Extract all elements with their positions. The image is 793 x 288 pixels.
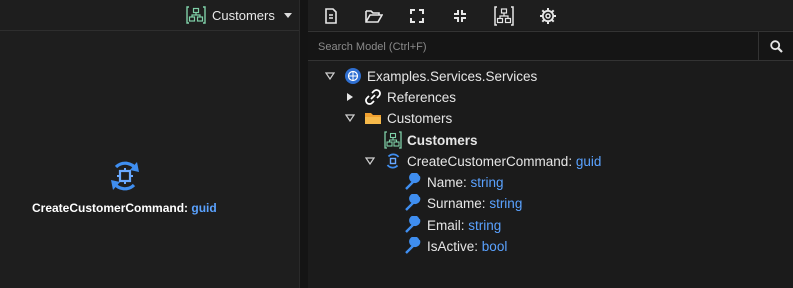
tree-references-label: References [387, 89, 457, 105]
tree-row-property[interactable]: IsActive: bool [404, 236, 507, 256]
link-icon [364, 88, 382, 106]
service-globe-icon [344, 67, 362, 85]
collapsed-triangle-icon[interactable] [344, 87, 356, 107]
tree-row-references[interactable]: References [344, 87, 456, 107]
command-node-separator: : [184, 201, 189, 215]
command-node-name: CreateCustomerCommand [32, 201, 185, 215]
command-node[interactable]: CreateCustomerCommand: guid [30, 157, 220, 215]
property-name: Email [427, 217, 461, 233]
expanded-triangle-icon[interactable] [364, 151, 376, 171]
tree-row-diagram[interactable]: Customers [384, 130, 478, 150]
property-name: IsActive [427, 238, 475, 254]
tree-row-command[interactable]: CreateCustomerCommand: guid [364, 151, 601, 171]
property-type: string [468, 217, 502, 233]
tree-row-property[interactable]: Name: string [404, 172, 504, 192]
diagram-button[interactable] [494, 6, 514, 26]
expanded-triangle-icon[interactable] [344, 108, 356, 128]
diagram-selector[interactable]: Customers [186, 4, 292, 26]
property-type: bool [481, 238, 508, 254]
diagram-canvas[interactable]: Customers CreateCustomerCommand: guid [0, 0, 299, 288]
command-icon [384, 152, 402, 170]
wrench-icon [404, 173, 422, 191]
search-input[interactable] [316, 36, 760, 58]
chevron-down-icon [283, 12, 292, 18]
wrench-icon [404, 216, 422, 234]
tree-command-type: guid [575, 153, 602, 169]
tree-row-folder[interactable]: Customers [344, 108, 452, 128]
property-name: Surname [427, 195, 482, 211]
property-type: string [470, 174, 504, 190]
property-type: string [489, 195, 523, 211]
expanded-triangle-icon[interactable] [324, 66, 336, 86]
command-node-label: CreateCustomerCommand: guid [32, 201, 217, 215]
property-name: Name [427, 174, 464, 190]
collapse-icon [454, 10, 466, 22]
new-document-button[interactable] [321, 6, 341, 26]
diagram-icon [384, 131, 402, 149]
tree-row-root[interactable]: Examples.Services.Services [324, 66, 537, 86]
tree-row-property[interactable]: Surname: string [404, 193, 522, 213]
wrench-icon [404, 237, 422, 255]
model-toolbar [308, 0, 793, 30]
settings-gear-icon [540, 8, 556, 24]
diagram-toolbar: Customers [0, 0, 299, 31]
tree-root-label: Examples.Services.Services [367, 68, 538, 84]
wrench-icon [404, 194, 422, 212]
new-document-icon [325, 8, 337, 24]
open-folder-button[interactable] [364, 6, 384, 26]
folder-icon [364, 109, 382, 127]
tree-command-name: CreateCustomerCommand [407, 153, 569, 169]
search-button[interactable] [758, 32, 793, 60]
diagram-icon [494, 6, 514, 26]
diagram-icon [186, 6, 206, 24]
command-node-type: guid [191, 201, 217, 215]
open-folder-icon [365, 10, 383, 23]
tree-row-property[interactable]: Email: string [404, 215, 501, 235]
tree-diagram-label: Customers [407, 132, 478, 148]
expand-all-button[interactable] [407, 6, 427, 26]
model-explorer: Examples.Services.Services References [308, 0, 793, 288]
command-icon [111, 161, 139, 191]
diagram-selector-label: Customers [212, 7, 275, 23]
tree-command-separator: : [568, 153, 573, 169]
collapse-all-button[interactable] [450, 6, 470, 26]
settings-button[interactable] [538, 6, 558, 26]
search-bar [308, 31, 793, 61]
tree-folder-label: Customers [387, 110, 453, 126]
expand-icon [410, 9, 424, 23]
search-icon [769, 39, 783, 53]
